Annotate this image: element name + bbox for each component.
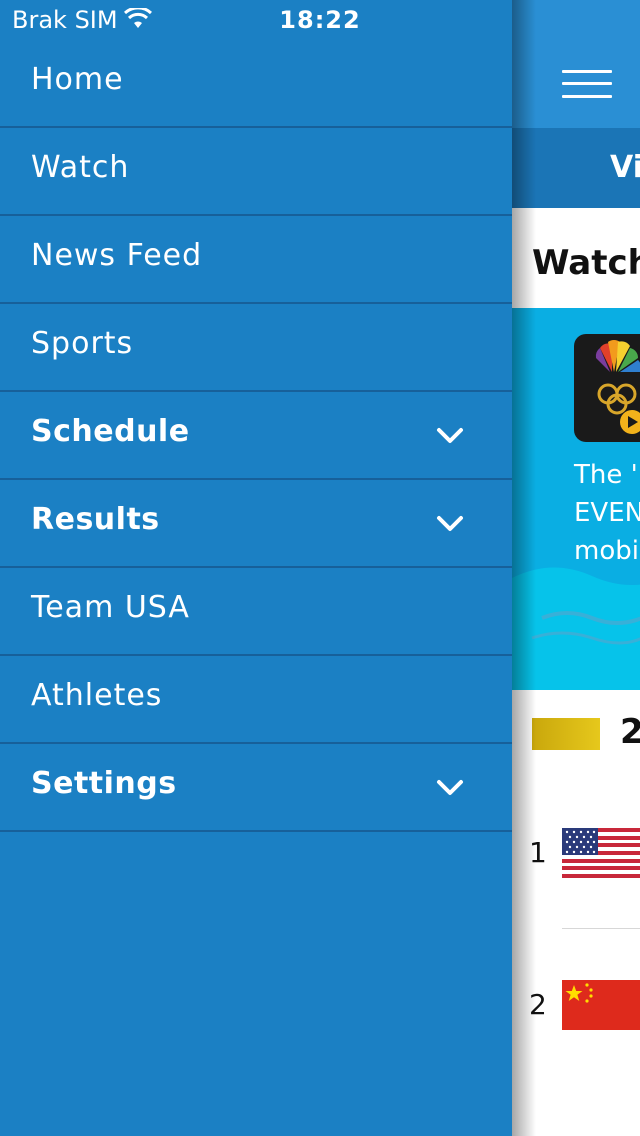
- menu-item-settings[interactable]: Settings: [0, 744, 512, 832]
- menu-item-label: News Feed: [31, 238, 203, 273]
- chevron-down-icon[interactable]: [436, 514, 464, 534]
- menu-item-home[interactable]: Home: [0, 40, 512, 128]
- rank-number: 2: [529, 988, 547, 1021]
- main-content: Vi Watch The 'N: [512, 0, 640, 1136]
- chevron-down-icon[interactable]: [436, 426, 464, 446]
- nbc-olympics-app-icon: [574, 334, 640, 442]
- promo-line: mobil: [574, 536, 640, 566]
- main-tab-bar[interactable]: Vi: [512, 128, 640, 208]
- china-flag-icon[interactable]: [562, 980, 640, 1030]
- promo-line: EVENT: [574, 498, 640, 528]
- menu-item-label: Settings: [31, 766, 177, 801]
- menu-item-team-usa[interactable]: Team USA: [0, 568, 512, 656]
- row-divider: [562, 928, 640, 929]
- menu-item-sports[interactable]: Sports: [0, 304, 512, 392]
- menu-item-label: Home: [31, 62, 124, 97]
- menu-item-label: Athletes: [31, 678, 163, 713]
- promo-line: The 'N: [574, 460, 640, 490]
- swimmer-wave-graphic: [512, 567, 640, 690]
- menu-item-label: Results: [31, 502, 160, 537]
- medal-count-header: 2: [512, 690, 640, 780]
- menu-item-watch[interactable]: Watch: [0, 128, 512, 216]
- menu-item-athletes[interactable]: Athletes: [0, 656, 512, 744]
- chevron-down-icon[interactable]: [436, 778, 464, 798]
- rank-number: 1: [529, 836, 547, 869]
- watch-section-header: Watch: [512, 208, 640, 308]
- navigation-drawer: Home Watch News Feed Sports Schedule Res…: [0, 40, 512, 832]
- promo-text: The 'N EVENT mobil: [574, 456, 640, 570]
- gold-medal-bar: [532, 718, 600, 750]
- app-promo-banner[interactable]: The 'N EVENT mobil: [512, 308, 640, 690]
- menu-item-schedule[interactable]: Schedule: [0, 392, 512, 480]
- menu-item-label: Sports: [31, 326, 134, 361]
- menu-item-news-feed[interactable]: News Feed: [0, 216, 512, 304]
- main-top-bar: [512, 0, 640, 128]
- menu-item-label: Schedule: [31, 414, 190, 449]
- main-tab-label: Vi: [610, 150, 640, 185]
- menu-item-label: Team USA: [31, 590, 190, 625]
- menu-item-results[interactable]: Results: [0, 480, 512, 568]
- medal-heading: 2: [620, 712, 640, 752]
- watch-heading: Watch: [532, 243, 640, 283]
- usa-flag-icon[interactable]: [562, 828, 640, 878]
- hamburger-menu-icon[interactable]: [562, 70, 612, 98]
- menu-item-label: Watch: [31, 150, 130, 185]
